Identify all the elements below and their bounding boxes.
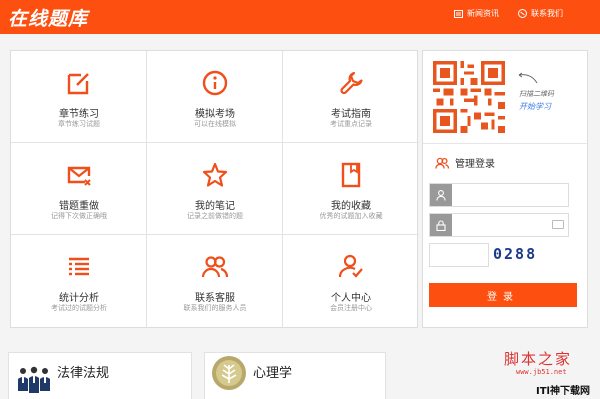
site-logo[interactable]: 在线题库 [8, 4, 88, 31]
grid-item-title: 模拟考场 [195, 109, 235, 120]
grid-item-subtitle: 章节练习试题 [58, 120, 100, 128]
user-icon [430, 184, 452, 206]
feature-grid: 章节练习 章节练习试题 模拟考场 可以在线模拟 考试指南 考试重点记录 错题重做… [10, 50, 419, 328]
users-icon [435, 157, 449, 169]
contact-link-label: 联系我们 [531, 9, 563, 18]
news-icon [454, 9, 463, 18]
grid-item-subtitle: 记录之前做错的题 [187, 212, 243, 220]
qr-caption: 扫描二维码 [519, 90, 554, 98]
grid-item-title: 统计分析 [59, 293, 99, 304]
password-field[interactable] [429, 213, 569, 237]
username-input[interactable] [452, 184, 568, 206]
grid-item-title: 我的笔记 [195, 201, 235, 212]
grid-item-title: 考试指南 [331, 109, 371, 120]
list-icon [69, 257, 89, 276]
grid-item-redo-wrong[interactable]: 错题重做 记得下次做正确哦 [11, 143, 147, 235]
login-title: 管理登录 [435, 155, 495, 170]
grid-item-subtitle: 可以在线模拟 [194, 120, 236, 128]
login-title-label: 管理登录 [455, 159, 495, 170]
username-field[interactable] [429, 183, 569, 207]
grid-item-title: 章节练习 [59, 109, 99, 120]
lock-icon [430, 214, 452, 236]
grid-item-chapter-practice[interactable]: 章节练习 章节练习试题 [11, 51, 147, 143]
panel-laws[interactable]: 法律法规 [8, 352, 192, 399]
star-icon [202, 162, 228, 187]
grid-item-title: 联系客服 [195, 293, 235, 304]
info-icon [202, 70, 228, 96]
watermark-site: ITl神下载网 [536, 386, 590, 397]
grid-item-subtitle: 优秀的试题加入收藏 [319, 212, 383, 220]
grid-item-subtitle: 联系我们的服务人员 [183, 304, 247, 312]
users-icon [201, 256, 229, 278]
grid-item-subtitle: 记得下次做正确哦 [51, 212, 107, 220]
news-link[interactable]: 新闻资讯 [454, 8, 499, 19]
grid-item-customer-service[interactable]: 联系客服 联系我们的服务人员 [147, 235, 283, 327]
grid-item-title: 个人中心 [331, 293, 371, 304]
divider [423, 143, 587, 144]
login-button[interactable]: 登录 [429, 283, 577, 307]
bookmark-icon [341, 162, 361, 188]
arrow-icon [518, 72, 538, 84]
watermark-logo: 脚本之家 [504, 350, 573, 368]
captcha-image[interactable]: 0288 [493, 245, 539, 265]
top-bar: 在线题库 新闻资讯 联系我们 [0, 0, 600, 34]
grid-item-my-notes[interactable]: 我的笔记 记录之前做错的题 [147, 143, 283, 235]
grid-item-subtitle: 考试重点记录 [330, 120, 372, 128]
grid-item-exam-guide[interactable]: 考试指南 考试重点记录 [283, 51, 419, 143]
user-check-icon [338, 254, 363, 278]
grid-item-title: 我的收藏 [331, 201, 371, 212]
grid-item-subtitle: 会员注册中心 [330, 304, 372, 312]
grid-item-subtitle: 考试过的试题分析 [51, 304, 107, 312]
sidebar: 扫描二维码 开始学习 管理登录 0288 登录 [422, 50, 588, 328]
mail-error-icon [67, 166, 91, 186]
qr-subcaption: 开始学习 [519, 102, 551, 111]
captcha-input[interactable] [429, 243, 489, 267]
keyboard-icon[interactable] [552, 220, 564, 229]
psychology-icon [212, 356, 246, 390]
wrench-icon [340, 71, 363, 95]
qr-code [433, 61, 505, 133]
grid-item-mock-exam[interactable]: 模拟考场 可以在线模拟 [147, 51, 283, 143]
password-input[interactable] [452, 214, 568, 236]
panel-title: 法律法规 [57, 366, 110, 381]
grid-item-favorites[interactable]: 我的收藏 优秀的试题加入收藏 [283, 143, 419, 235]
grid-item-profile[interactable]: 个人中心 会员注册中心 [283, 235, 419, 327]
edit-icon [67, 73, 89, 95]
panel-psychology[interactable]: 心理学 [204, 352, 386, 399]
grid-item-title: 错题重做 [59, 201, 99, 212]
watermark-url: www.jb51.net [516, 368, 567, 376]
contact-icon [518, 9, 527, 18]
news-link-label: 新闻资讯 [467, 9, 499, 18]
people-icon [15, 361, 53, 399]
contact-link[interactable]: 联系我们 [518, 8, 563, 19]
grid-item-statistics[interactable]: 统计分析 考试过的试题分析 [11, 235, 147, 327]
panel-title: 心理学 [253, 366, 293, 381]
